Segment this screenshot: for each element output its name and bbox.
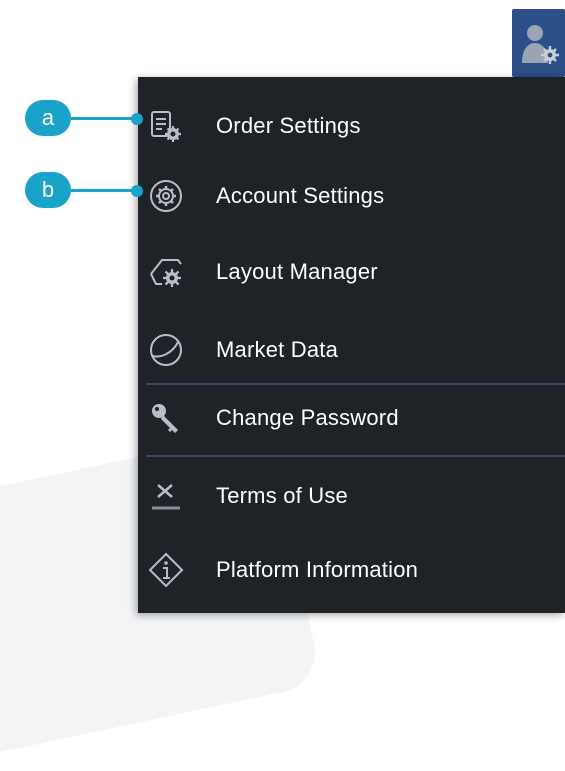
- callout-a-leader: [60, 117, 140, 120]
- user-dropdown-menu: Order Settings Account Settings Layout M…: [138, 77, 565, 613]
- key-icon: [148, 400, 184, 436]
- terms-of-use-icon: [148, 478, 184, 514]
- menu-item-label: Platform Information: [216, 557, 419, 582]
- menu-item-label: Terms of Use: [216, 483, 348, 508]
- menu-divider: [146, 455, 565, 457]
- callout-b-dot: [131, 185, 143, 197]
- callout-b-badge: b: [25, 172, 71, 208]
- menu-item-order-settings[interactable]: Order Settings: [138, 96, 565, 156]
- menu-item-account-settings[interactable]: Account Settings: [138, 166, 565, 226]
- menu-item-label: Account Settings: [216, 183, 385, 208]
- menu-divider: [146, 383, 565, 385]
- user-settings-icon: [522, 25, 559, 64]
- account-settings-icon: [148, 178, 184, 214]
- menu-item-terms-of-use[interactable]: Terms of Use: [138, 466, 565, 526]
- menu-item-label: Layout Manager: [216, 259, 378, 284]
- layout-manager-icon: [148, 254, 184, 290]
- menu-item-platform-information[interactable]: Platform Information: [138, 540, 565, 600]
- callout-a-dot: [131, 113, 143, 125]
- menu-item-layout-manager[interactable]: Layout Manager: [138, 242, 565, 302]
- callout-a-badge: a: [25, 100, 71, 136]
- menu-item-label: Change Password: [216, 405, 399, 430]
- menu-item-label: Market Data: [216, 337, 339, 362]
- market-data-icon: [148, 332, 184, 368]
- menu-item-label: Order Settings: [216, 113, 361, 138]
- order-settings-icon: [148, 108, 184, 144]
- callout-b-leader: [60, 189, 140, 192]
- menu-item-market-data[interactable]: Market Data: [138, 320, 565, 380]
- menu-item-change-password[interactable]: Change Password: [138, 388, 565, 448]
- user-settings-button[interactable]: [512, 9, 565, 77]
- info-icon: [148, 552, 184, 588]
